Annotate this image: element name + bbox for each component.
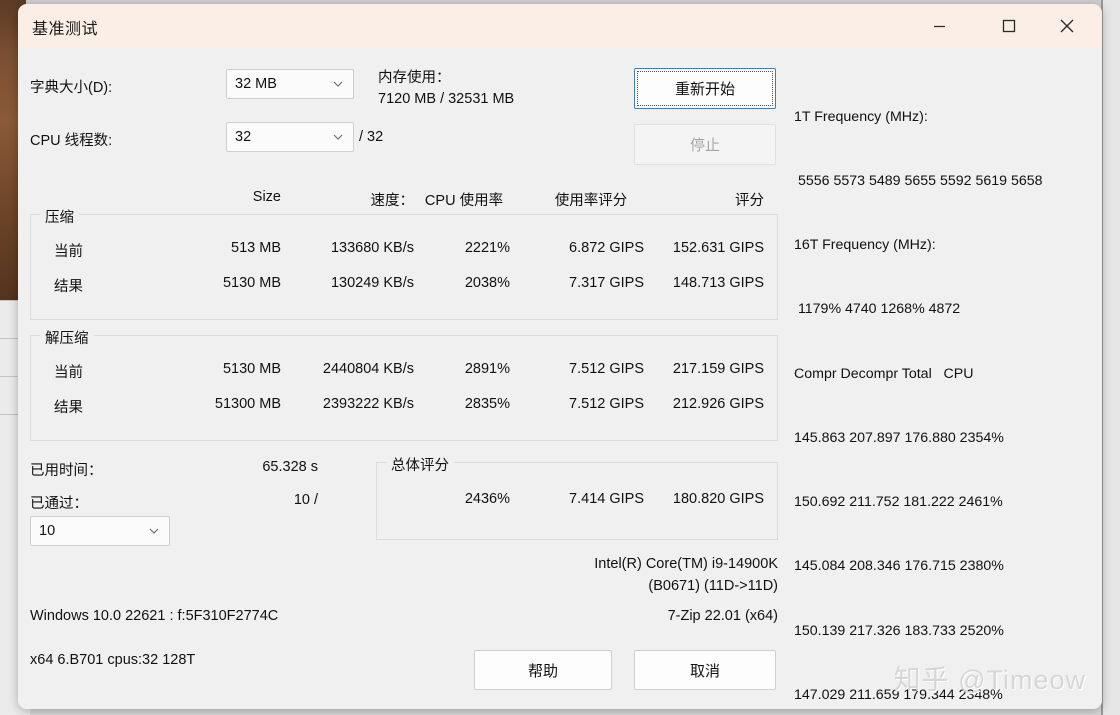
compression-result-cpu: 2038% <box>464 275 510 291</box>
log-line: 1179% 4740 1268% 4872 <box>794 301 961 318</box>
chevron-down-icon <box>333 134 343 140</box>
background-right-pane <box>1103 0 1120 715</box>
decompression-current-label: 当前 <box>54 365 83 381</box>
col-header-size: Size <box>252 189 281 205</box>
col-header-usage-rating: 使用率评分 <box>554 193 628 209</box>
col-header-rating: 评分 <box>735 193 764 209</box>
close-icon <box>1060 19 1074 33</box>
overall-rating: 180.820 GIPS <box>672 491 764 507</box>
restart-button[interactable]: 重新开始 <box>634 68 776 109</box>
maximize-icon <box>1002 19 1016 33</box>
chevron-down-icon <box>333 81 343 87</box>
compression-current-label: 当前 <box>54 244 83 260</box>
decompression-current-speed: 2440804 KB/s <box>322 361 414 377</box>
col-header-speed: 速度： <box>370 193 415 209</box>
compression-result-size: 5130 MB <box>222 275 281 291</box>
help-button[interactable]: 帮助 <box>474 650 612 690</box>
compression-result-usage-rating: 7.317 GIPS <box>569 275 644 291</box>
decompression-group <box>30 335 778 441</box>
app-version: 7-Zip 22.01 (x64) <box>667 608 778 624</box>
decompression-result-speed: 2393222 KB/s <box>322 396 414 412</box>
overall-rating-title: 总体评分 <box>386 454 454 475</box>
benchmark-log-panel[interactable]: 1T Frequency (MHz): 5556 5573 5489 5655 … <box>794 64 1094 703</box>
decompression-result-usage-rating: 7.512 GIPS <box>569 396 644 412</box>
overall-cpu-usage: 2436% <box>464 491 510 507</box>
decompression-result-size: 51300 MB <box>214 396 281 412</box>
memory-usage-label: 内存使用： <box>378 70 451 86</box>
decompression-result-label: 结果 <box>54 400 83 416</box>
passes-label: 已通过： <box>30 496 88 512</box>
close-button[interactable] <box>1044 4 1090 48</box>
log-line: 145.084 208.346 176.715 2380% <box>794 558 1004 575</box>
help-button-label: 帮助 <box>527 662 558 680</box>
cpu-threads-value: 32 <box>235 129 252 145</box>
dictionary-size-select[interactable]: 32 MB <box>226 69 354 99</box>
passes-select-value: 10 <box>39 523 56 539</box>
decompression-current-cpu: 2891% <box>464 361 510 377</box>
cpu-threads-select[interactable]: 32 <box>226 122 354 152</box>
os-info: Windows 10.0 22621 : f:5F310F2774C <box>30 608 279 624</box>
log-line: 150.139 217.326 183.733 2520% <box>794 622 1004 639</box>
cpu-threads-label: CPU 线程数: <box>30 133 113 149</box>
decompression-current-rating: 217.159 GIPS <box>672 361 764 377</box>
compression-result-label: 结果 <box>54 279 83 295</box>
col-header-cpu-usage: CPU 使用率 <box>424 193 504 209</box>
arch-info: x64 6.B701 cpus:32 128T <box>30 652 196 668</box>
compression-result-rating: 148.713 GIPS <box>672 275 764 291</box>
passes-select[interactable]: 10 <box>30 516 170 546</box>
log-line: 145.863 207.897 176.880 2354% <box>794 429 1004 446</box>
memory-usage-value: 7120 MB / 32531 MB <box>378 91 515 107</box>
passes-value: 10 / <box>293 492 318 508</box>
decompression-result-cpu: 2835% <box>464 396 510 412</box>
overall-usage-rating: 7.414 GIPS <box>569 491 644 507</box>
decompression-current-size: 5130 MB <box>222 361 281 377</box>
focus-rect <box>637 71 773 106</box>
dialog-client-area: 字典大小(D): 32 MB 内存使用： 7120 MB / 32531 MB … <box>18 48 1102 709</box>
log-line: 5556 5573 5489 5655 5592 5619 5658 <box>794 173 1043 190</box>
decompression-group-title: 解压缩 <box>40 327 94 348</box>
cancel-button[interactable]: 取消 <box>634 650 776 690</box>
benchmark-dialog: 基准测试 字典大小(D): 32 MB 内存使用： 7120 MB / 3253… <box>18 4 1102 709</box>
decompression-current-usage-rating: 7.512 GIPS <box>569 361 644 377</box>
title-bar[interactable]: 基准测试 <box>18 4 1102 48</box>
compression-group-title: 压缩 <box>40 206 79 227</box>
chevron-down-icon <box>149 528 159 534</box>
elapsed-time-value: 65.328 s <box>262 459 318 475</box>
stop-button: 停止 <box>634 124 776 165</box>
compression-current-rating: 152.631 GIPS <box>672 240 764 256</box>
compression-result-speed: 130249 KB/s <box>330 275 414 291</box>
watermark: 知乎 @Timeow <box>893 665 1086 695</box>
dictionary-size-value: 32 MB <box>235 76 277 92</box>
compression-current-cpu: 2221% <box>464 240 510 256</box>
compression-current-usage-rating: 6.872 GIPS <box>569 240 644 256</box>
window-title: 基准测试 <box>32 21 99 38</box>
log-line: 16T Frequency (MHz): <box>794 237 936 254</box>
cpu-threads-total: / 32 <box>359 129 384 145</box>
cancel-button-label: 取消 <box>689 662 720 680</box>
dictionary-size-label: 字典大小(D): <box>30 80 113 96</box>
log-line: Compr Decompr Total CPU <box>794 365 974 382</box>
stop-button-label: 停止 <box>689 137 720 154</box>
cpu-detail: (B0671) (11D->11D) <box>648 578 778 594</box>
minimize-button[interactable] <box>916 4 962 48</box>
minimize-icon <box>933 25 945 27</box>
log-line: 150.692 211.752 181.222 2461% <box>794 494 1003 511</box>
maximize-button[interactable] <box>986 4 1032 48</box>
elapsed-time-label: 已用时间： <box>30 463 103 479</box>
compression-current-size: 513 MB <box>231 240 281 256</box>
compression-group <box>30 214 778 320</box>
cpu-name: Intel(R) Core(TM) i9-14900K <box>594 556 778 572</box>
log-line: 1T Frequency (MHz): <box>794 108 928 125</box>
decompression-result-rating: 212.926 GIPS <box>672 396 764 412</box>
compression-current-speed: 133680 KB/s <box>330 240 414 256</box>
